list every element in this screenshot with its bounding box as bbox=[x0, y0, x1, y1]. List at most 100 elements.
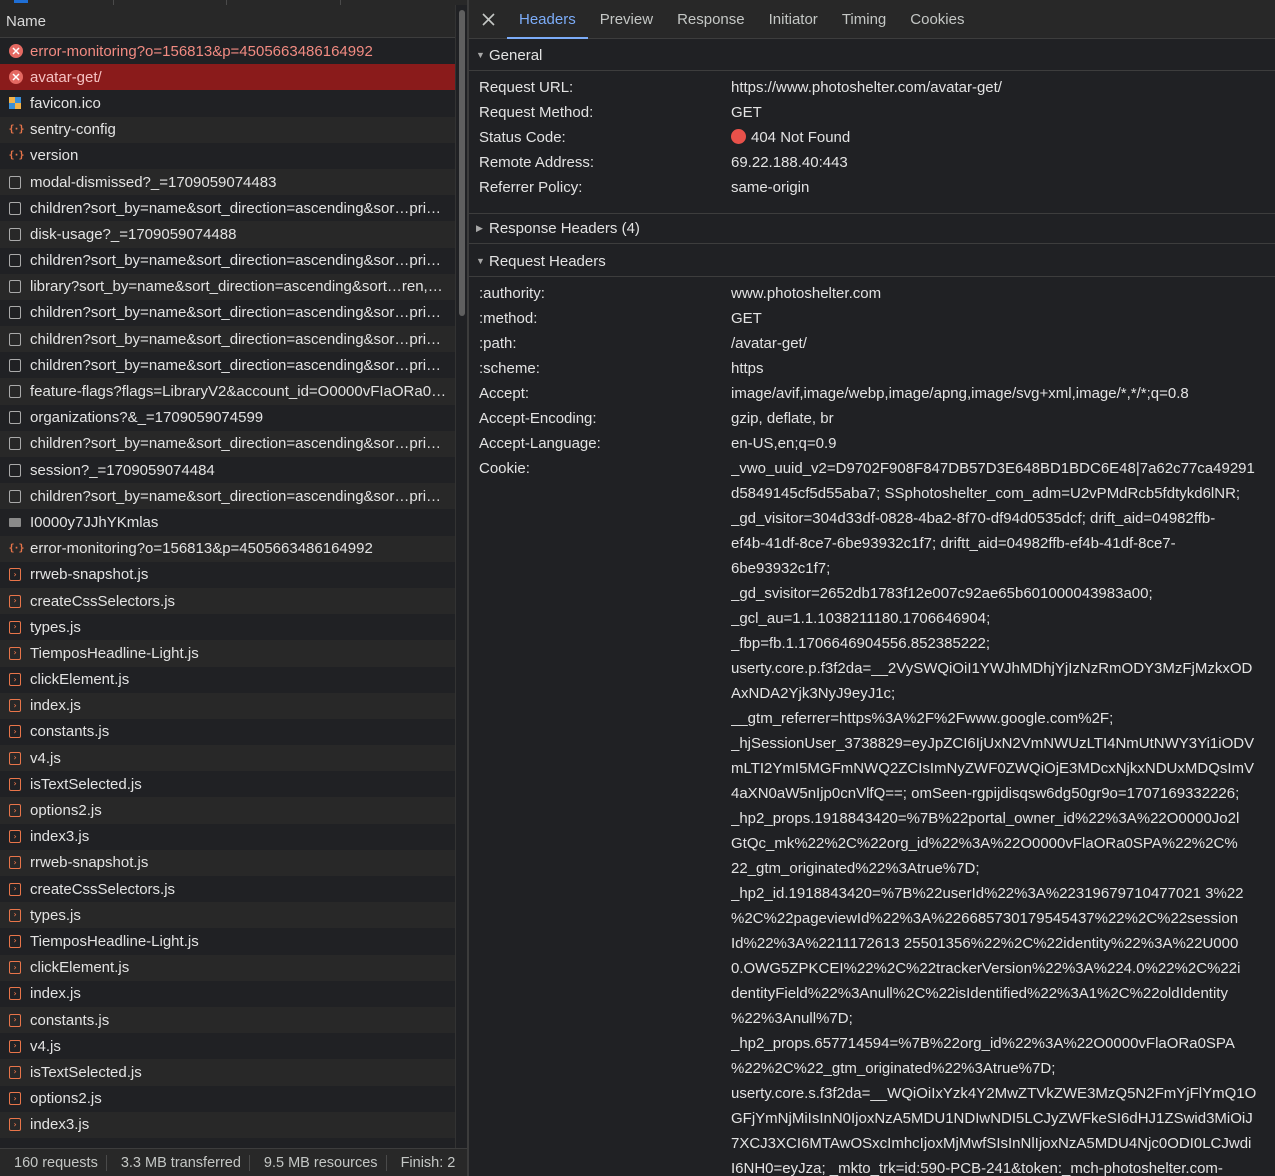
header-key: Cookie: bbox=[479, 460, 530, 477]
request-row[interactable]: › TiemposHeadline-Light.js bbox=[0, 928, 455, 954]
request-list-panel: Name error-monitoring?o=156813&p=4505663… bbox=[0, 0, 467, 1176]
document-icon bbox=[9, 489, 21, 503]
request-row[interactable]: › v4.js bbox=[0, 1033, 455, 1059]
request-row[interactable]: › types.js bbox=[0, 902, 455, 929]
cookie-line: GFjYmNjMiIsInN0IjoxNzA5MDU1NDIwNDI5LCJyZ… bbox=[731, 1110, 1253, 1127]
tab-label: Cookies bbox=[910, 10, 965, 28]
request-row[interactable]: feature-flags?flags=LibraryV2&account_id… bbox=[0, 378, 455, 405]
cookie-line: _gcl_au=1.1.1038211180.1706646904; bbox=[731, 610, 991, 627]
script-icon: › bbox=[9, 1039, 21, 1053]
request-row[interactable]: › createCssSelectors.js bbox=[0, 587, 455, 615]
request-name: feature-flags?flags=LibraryV2&account_id… bbox=[30, 383, 447, 401]
fetch-icon: {·} bbox=[8, 124, 24, 136]
script-icon: › bbox=[9, 961, 21, 975]
request-name: children?sort_by=name&sort_direction=asc… bbox=[30, 199, 442, 217]
header-key: Status Code: bbox=[479, 129, 566, 146]
request-row[interactable]: organizations?&_=1709059074599 bbox=[0, 405, 455, 431]
request-list-scrollbar[interactable] bbox=[455, 5, 467, 1148]
cookie-value: _vwo_uuid_v2=D9702F908F847DB57D3E648BD1B… bbox=[731, 456, 1257, 1176]
request-row[interactable]: › v4.js bbox=[0, 745, 455, 772]
request-method-row: Request Method: GET bbox=[479, 100, 1265, 125]
request-row[interactable]: › constants.js bbox=[0, 1006, 455, 1034]
tab-preview[interactable]: Preview bbox=[588, 0, 665, 38]
tab-label: Headers bbox=[519, 10, 576, 28]
request-row[interactable]: children?sort_by=name&sort_direction=asc… bbox=[0, 326, 455, 353]
cookie-line: _vwo_uuid_v2=D9702F908F847DB57D3E648BD1B… bbox=[731, 460, 1255, 477]
general-section-title: General bbox=[489, 46, 543, 64]
request-row[interactable]: › index3.js bbox=[0, 824, 455, 850]
request-name: types.js bbox=[30, 618, 81, 636]
cookie-line: 0.OWG5ZPKCEI%22%2C%22trackerVersion%22%3… bbox=[731, 960, 1241, 977]
request-name: createCssSelectors.js bbox=[30, 880, 176, 898]
triangle-down-icon: ▼ bbox=[476, 50, 485, 60]
request-name: I0000y7JJhYKmlas bbox=[30, 513, 159, 531]
request-row[interactable]: › options2.js bbox=[0, 797, 455, 824]
request-row[interactable]: › clickElement.js bbox=[0, 954, 455, 981]
script-icon: › bbox=[9, 830, 21, 844]
request-row[interactable]: › isTextSelected.js bbox=[0, 771, 455, 797]
request-row[interactable]: modal-dismissed?_=1709059074483 bbox=[0, 168, 455, 196]
request-row[interactable]: › isTextSelected.js bbox=[0, 1059, 455, 1086]
request-row[interactable]: › index.js bbox=[0, 981, 455, 1007]
request-row[interactable]: › options2.js bbox=[0, 1086, 455, 1112]
request-row[interactable]: I0000y7JJhYKmlas bbox=[0, 509, 455, 535]
response-headers-title: Response Headers (4) bbox=[489, 220, 640, 237]
scrollbar-thumb[interactable] bbox=[459, 10, 465, 316]
name-column-header[interactable]: Name bbox=[0, 5, 455, 38]
cookie-line: Id%22%3A%2211172613 25501356%22%2C%22ide… bbox=[731, 935, 1239, 952]
detail-tab-bar: Headers Preview Response Initiator Timin… bbox=[469, 0, 1275, 39]
request-name: v4.js bbox=[30, 749, 61, 767]
request-headers-section-header[interactable]: ▼ Request Headers bbox=[469, 246, 1275, 277]
cookie-line: dentityField%22%3Anull%2C%22isIdentified… bbox=[731, 985, 1228, 1002]
referrer-policy-row: Referrer Policy: same-origin bbox=[479, 175, 1265, 200]
request-row[interactable]: children?sort_by=name&sort_direction=asc… bbox=[0, 483, 455, 510]
header-value: image/avif,image/webp,image/apng,image/s… bbox=[731, 385, 1189, 402]
request-row[interactable]: › index3.js bbox=[0, 1111, 455, 1138]
request-row[interactable]: favicon.ico bbox=[0, 90, 455, 116]
request-row[interactable]: avatar-get/ bbox=[0, 64, 455, 91]
request-row[interactable]: {·} error-monitoring?o=156813&p=450566348… bbox=[0, 535, 455, 562]
request-name: disk-usage?_=1709059074488 bbox=[30, 225, 237, 243]
request-name: children?sort_by=name&sort_direction=asc… bbox=[30, 356, 442, 374]
request-name: index3.js bbox=[30, 1116, 90, 1134]
response-headers-section-header[interactable]: ▶ Response Headers (4) bbox=[469, 213, 1275, 244]
tab-response[interactable]: Response bbox=[665, 0, 757, 38]
request-row[interactable]: › createCssSelectors.js bbox=[0, 876, 455, 902]
request-row[interactable]: children?sort_by=name&sort_direction=asc… bbox=[0, 195, 455, 221]
request-row[interactable]: {·} version bbox=[0, 143, 455, 169]
request-row[interactable]: children?sort_by=name&sort_direction=asc… bbox=[0, 352, 455, 378]
tab-timing[interactable]: Timing bbox=[830, 0, 898, 38]
document-icon bbox=[9, 254, 21, 268]
request-row[interactable]: › TiemposHeadline-Light.js bbox=[0, 640, 455, 667]
request-row[interactable]: children?sort_by=name&sort_direction=asc… bbox=[0, 430, 455, 457]
header-key: Remote Address: bbox=[479, 154, 595, 171]
general-section-header[interactable]: ▼ General bbox=[469, 40, 1275, 71]
document-icon bbox=[9, 280, 21, 294]
tab-headers[interactable]: Headers bbox=[507, 0, 588, 39]
request-row[interactable]: children?sort_by=name&sort_direction=asc… bbox=[0, 248, 455, 274]
cookie-line: _hp2_props.657714594=%7B%22org_id%22%3A%… bbox=[731, 1035, 1235, 1052]
request-row[interactable]: › clickElement.js bbox=[0, 667, 455, 693]
request-row[interactable]: disk-usage?_=1709059074488 bbox=[0, 221, 455, 248]
request-row[interactable]: › rrweb-snapshot.js bbox=[0, 849, 455, 876]
header-key: Request Method: bbox=[479, 104, 594, 121]
request-rows: error-monitoring?o=156813&p=450566348616… bbox=[0, 38, 455, 1138]
request-row[interactable]: › rrweb-snapshot.js bbox=[0, 562, 455, 588]
cookie-line: _hp2_id.1918843420=%7B%22userId%22%3A%22… bbox=[731, 885, 1244, 902]
header-value: gzip, deflate, br bbox=[731, 410, 834, 427]
request-row[interactable]: › constants.js bbox=[0, 719, 455, 745]
favicon-icon bbox=[9, 97, 21, 110]
request-row[interactable]: session?_=1709059074484 bbox=[0, 457, 455, 483]
close-detail-button[interactable] bbox=[469, 0, 507, 38]
cookie-line: _hp2_props.1918843420=%7B%22portal_owner… bbox=[731, 810, 1240, 827]
request-row[interactable]: › index.js bbox=[0, 692, 455, 719]
request-row[interactable]: error-monitoring?o=156813&p=450566348616… bbox=[0, 38, 455, 64]
request-row[interactable]: {·} sentry-config bbox=[0, 116, 455, 143]
request-name: TiemposHeadline-Light.js bbox=[30, 932, 199, 950]
request-row[interactable]: › types.js bbox=[0, 614, 455, 640]
tab-cookies[interactable]: Cookies bbox=[898, 0, 976, 38]
request-name: rrweb-snapshot.js bbox=[30, 566, 149, 584]
tab-initiator[interactable]: Initiator bbox=[757, 0, 830, 38]
request-row[interactable]: library?sort_by=name&sort_direction=asce… bbox=[0, 273, 455, 300]
request-row[interactable]: children?sort_by=name&sort_direction=asc… bbox=[0, 300, 455, 326]
